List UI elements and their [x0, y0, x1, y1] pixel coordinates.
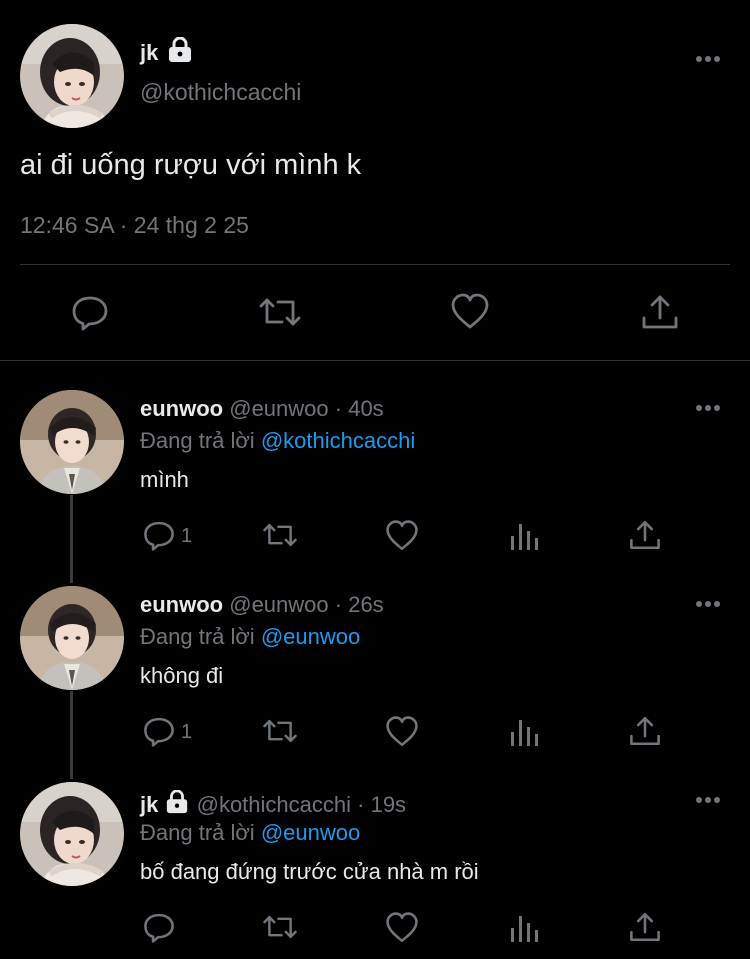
display-name[interactable]: eunwoo [140, 592, 223, 617]
reply-icon[interactable] [142, 518, 176, 552]
thread-line [70, 495, 73, 583]
replying-to: Đang trả lời @eunwoo [140, 820, 360, 846]
replying-to-handle[interactable]: @eunwoo [261, 624, 360, 649]
replying-to-handle[interactable]: @kothichcacchi [261, 428, 415, 453]
tweet-text: mình [140, 467, 189, 492]
views-icon[interactable] [508, 520, 540, 552]
tweet-time[interactable]: · 19s [357, 792, 406, 817]
replying-prefix: Đang trả lời [140, 428, 255, 453]
replying-to-handle[interactable]: @eunwoo [261, 820, 360, 845]
replying-to: Đang trả lời @eunwoo [140, 624, 360, 650]
handle[interactable]: @kothichcacchi [197, 792, 351, 817]
reply-icon[interactable] [142, 910, 176, 944]
like-icon[interactable] [385, 519, 419, 553]
more-icon[interactable] [694, 597, 724, 611]
retweet-icon[interactable] [262, 910, 298, 944]
tweet-text: bố đang đứng trước cửa nhà m rồi [140, 859, 479, 884]
retweet-icon[interactable] [262, 518, 298, 552]
reply-icon[interactable] [70, 292, 110, 332]
handle[interactable]: @kothichcacchi [140, 79, 301, 105]
retweet-icon[interactable] [262, 714, 298, 748]
tweet-header: eunwoo @eunwoo · 40s [140, 396, 384, 422]
section-divider [0, 360, 750, 361]
views-icon[interactable] [508, 716, 540, 748]
more-icon[interactable] [694, 401, 724, 415]
tweet-timestamp[interactable]: 12:46 SA · 24 thg 2 25 [20, 212, 249, 238]
share-icon[interactable] [640, 292, 680, 332]
display-name[interactable]: jk [140, 792, 158, 817]
replying-to: Đang trả lời @kothichcacchi [140, 428, 415, 454]
display-name[interactable]: eunwoo [140, 396, 223, 421]
avatar-eunwoo[interactable] [20, 390, 124, 494]
like-icon[interactable] [385, 715, 419, 749]
replying-prefix: Đang trả lời [140, 624, 255, 649]
tweet-header: eunwoo @eunwoo · 26s [140, 592, 384, 618]
reply-icon[interactable] [142, 714, 176, 748]
share-icon[interactable] [628, 714, 662, 748]
replying-prefix: Đang trả lời [140, 820, 255, 845]
retweet-icon[interactable] [258, 292, 301, 332]
tweet-header: jk @kothichcacchi · 19s [140, 789, 406, 818]
divider [20, 264, 730, 265]
lock-icon [164, 789, 190, 814]
tweet-time[interactable]: · 40s [335, 396, 384, 421]
more-icon[interactable] [694, 793, 724, 807]
lock-icon [166, 36, 194, 63]
reply-count: 1 [181, 721, 193, 743]
tweet-text: không đi [140, 663, 224, 688]
share-icon[interactable] [628, 518, 662, 552]
share-icon[interactable] [628, 910, 662, 944]
views-icon[interactable] [508, 912, 540, 944]
avatar-jk[interactable] [20, 24, 124, 128]
handle[interactable]: @eunwoo [229, 592, 328, 617]
handle[interactable]: @eunwoo [229, 396, 328, 421]
reply-count: 1 [181, 525, 193, 547]
tweet-time[interactable]: · 26s [335, 592, 384, 617]
display-name[interactable]: jk [140, 40, 158, 66]
more-icon[interactable] [694, 52, 724, 66]
avatar-eunwoo[interactable] [20, 586, 124, 690]
like-icon[interactable] [385, 911, 419, 945]
thread-line [70, 691, 73, 779]
tweet-text: ai đi uống rượu với mình k [20, 149, 362, 181]
like-icon[interactable] [450, 292, 490, 332]
avatar-jk[interactable] [20, 782, 124, 886]
